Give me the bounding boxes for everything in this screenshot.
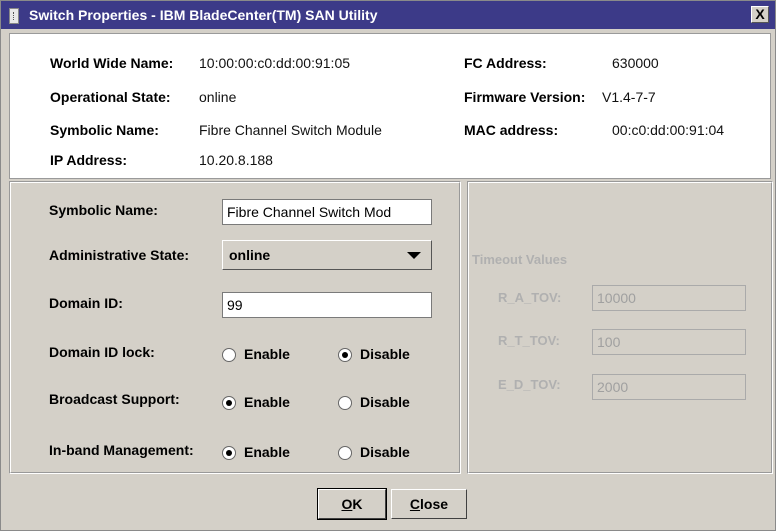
- form-symbolic-name-label: Symbolic Name:: [49, 202, 158, 218]
- ok-button[interactable]: OK: [317, 488, 387, 520]
- firmware-version-label: Firmware Version:: [464, 89, 586, 105]
- close-mnemonic: C: [409, 496, 421, 512]
- domain-id-lock-disable-radio[interactable]: Disable: [338, 346, 428, 364]
- r-t-tov-label: R_T_TOV:: [498, 333, 560, 348]
- ip-address-label: IP Address:: [50, 152, 128, 168]
- wwn-value: 10:00:00:c0:dd:00:91:05: [199, 55, 351, 71]
- in-band-disable-radio[interactable]: Disable: [338, 444, 428, 462]
- administrative-state-value: online: [229, 247, 271, 263]
- mac-address-value: 00:c0:dd:00:91:04: [612, 122, 725, 138]
- switch-properties-dialog: Switch Properties - IBM BladeCenter(TM) …: [0, 0, 776, 531]
- mac-address-label: MAC address:: [464, 122, 559, 138]
- ok-mnemonic: O: [341, 496, 353, 512]
- symbolic-name-value: Fibre Channel Switch Module: [199, 122, 382, 138]
- symbolic-name-label: Symbolic Name:: [50, 122, 159, 138]
- firmware-version-value: V1.4-7-7: [602, 89, 656, 105]
- title-bar[interactable]: Switch Properties - IBM BladeCenter(TM) …: [1, 1, 775, 29]
- in-band-management-label: In-band Management:: [49, 442, 194, 458]
- radio-label: Disable: [360, 394, 410, 410]
- administrative-state-label: Administrative State:: [49, 247, 190, 263]
- broadcast-support-label: Broadcast Support:: [49, 391, 180, 407]
- radio-label: Enable: [244, 444, 290, 460]
- radio-checked-icon: [222, 396, 236, 410]
- close-window-button[interactable]: X: [751, 6, 769, 23]
- in-band-enable-radio[interactable]: Enable: [222, 444, 312, 462]
- radio-label: Disable: [360, 444, 410, 460]
- domain-id-lock-label: Domain ID lock:: [49, 344, 155, 360]
- e-d-tov-input: 2000: [592, 374, 746, 400]
- radio-unchecked-icon: [338, 396, 352, 410]
- symbolic-name-input[interactable]: Fibre Channel Switch Mod: [222, 199, 432, 225]
- domain-id-lock-enable-radio[interactable]: Enable: [222, 346, 312, 364]
- administrative-state-select[interactable]: online: [222, 240, 432, 270]
- close-button[interactable]: Close: [391, 489, 467, 519]
- ip-address-value: 10.20.8.188: [199, 152, 273, 168]
- domain-id-label: Domain ID:: [49, 295, 123, 311]
- timeout-values-heading: Timeout Values: [472, 252, 568, 267]
- e-d-tov-label: E_D_TOV:: [498, 377, 561, 392]
- broadcast-enable-radio[interactable]: Enable: [222, 394, 312, 412]
- operational-state-label: Operational State:: [50, 89, 171, 105]
- window-title: Switch Properties - IBM BladeCenter(TM) …: [29, 7, 378, 23]
- radio-unchecked-icon: [222, 348, 236, 362]
- wwn-label: World Wide Name:: [50, 55, 174, 71]
- chevron-down-icon: [407, 252, 421, 259]
- r-t-tov-input: 100: [592, 329, 746, 355]
- window-menu-icon[interactable]: [9, 8, 19, 24]
- radio-label: Enable: [244, 394, 290, 410]
- r-a-tov-label: R_A_TOV:: [498, 290, 562, 305]
- switch-info-panel: World Wide Name: 10:00:00:c0:dd:00:91:05…: [9, 33, 771, 179]
- fc-address-value: 630000: [612, 55, 659, 71]
- domain-id-input[interactable]: 99: [222, 292, 432, 318]
- radio-label: Disable: [360, 346, 410, 362]
- r-a-tov-input: 10000: [592, 285, 746, 311]
- operational-state-value: online: [199, 89, 237, 105]
- timeout-values-panel: Timeout Values R_A_TOV: 10000 R_T_TOV: 1…: [467, 181, 773, 474]
- radio-unchecked-icon: [338, 446, 352, 460]
- switch-settings-panel: Symbolic Name: Fibre Channel Switch Mod …: [9, 181, 461, 474]
- fc-address-label: FC Address:: [464, 55, 547, 71]
- radio-checked-icon: [222, 446, 236, 460]
- radio-label: Enable: [244, 346, 290, 362]
- ok-label-rest: K: [352, 496, 363, 512]
- radio-checked-icon: [338, 348, 352, 362]
- broadcast-disable-radio[interactable]: Disable: [338, 394, 428, 412]
- close-label-rest: lose: [420, 496, 449, 512]
